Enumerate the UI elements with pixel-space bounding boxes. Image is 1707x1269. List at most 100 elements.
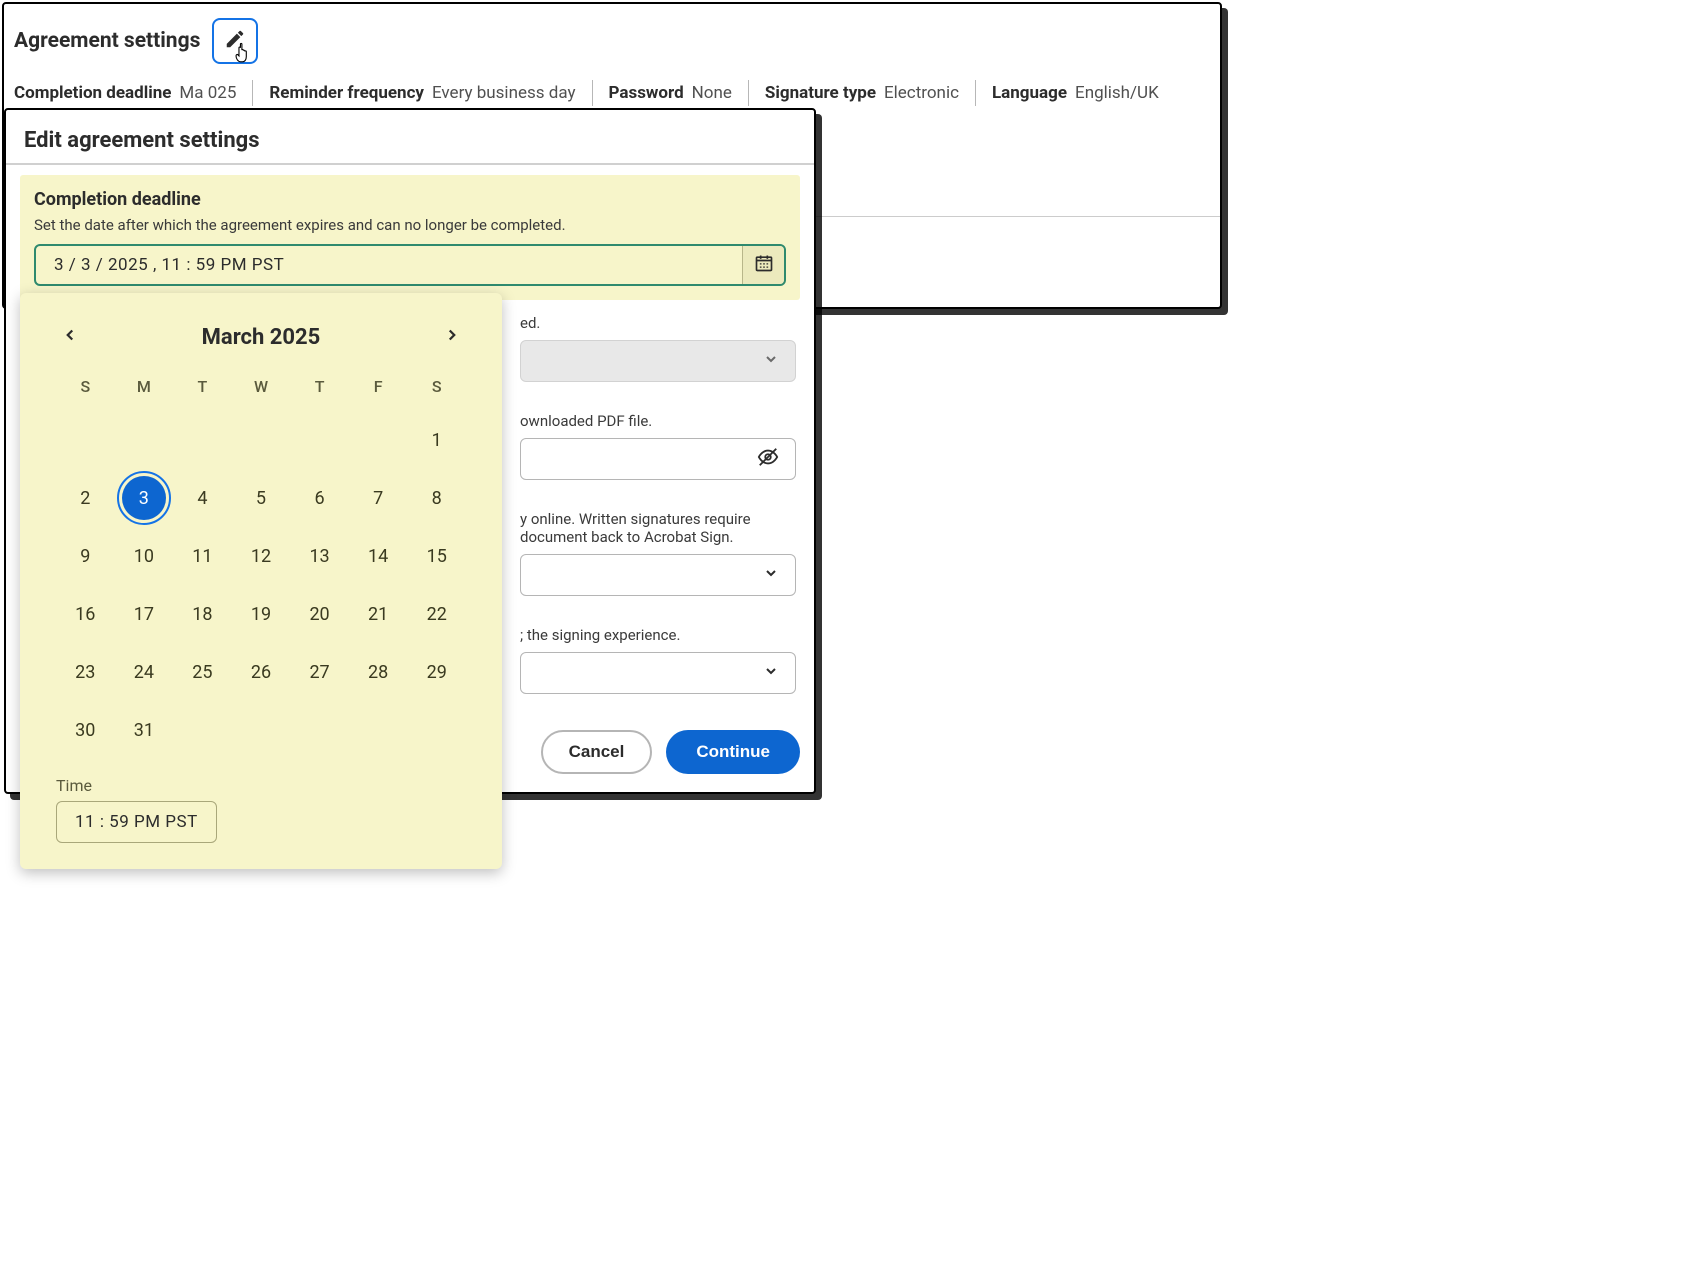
calendar-day[interactable]: 19 — [232, 594, 291, 634]
calendar-day — [407, 710, 466, 750]
calendar-day[interactable]: 2 — [56, 478, 115, 518]
summary-value: Ma 025 — [179, 83, 236, 103]
calendar-day[interactable]: 16 — [56, 594, 115, 634]
calendar-time-input[interactable]: 11 : 59 PM PST — [56, 801, 217, 843]
reminder-select[interactable] — [520, 340, 796, 382]
calendar-day — [349, 710, 408, 750]
calendar-day — [56, 420, 115, 460]
continue-button[interactable]: Continue — [666, 730, 800, 774]
field-desc-fragment: ed. — [520, 314, 780, 332]
calendar-day[interactable]: 26 — [232, 652, 291, 692]
calendar-time-label: Time — [56, 776, 466, 795]
calendar-day-selected[interactable]: 3 — [122, 476, 166, 520]
cancel-button[interactable]: Cancel — [541, 730, 653, 774]
calendar-dow: F — [349, 377, 408, 396]
summary-language: Language English/UK — [992, 83, 1159, 103]
calendar-day[interactable]: 24 — [115, 652, 174, 692]
calendar-day[interactable]: 10 — [115, 536, 174, 576]
calendar-grid: S M T W T F S 1 2 3 4 — [56, 377, 466, 750]
summary-value: English/UK — [1075, 83, 1159, 103]
calendar-day[interactable]: 29 — [407, 652, 466, 692]
edit-settings-button[interactable] — [212, 18, 258, 64]
calendar-day[interactable]: 15 — [407, 536, 466, 576]
password-input[interactable] — [520, 438, 796, 480]
field-desc-fragment: ownloaded PDF file. — [520, 412, 780, 430]
summary-value: Electronic — [884, 83, 959, 103]
calendar-popup: March 2025 S M T W T F S — [20, 293, 502, 869]
field-desc-fragment: ; the signing experience. — [520, 626, 780, 644]
calendar-day — [173, 710, 232, 750]
deadline-datetime-input[interactable]: 3 / 3 / 2025 , 11 : 59 PM PST — [34, 244, 786, 286]
pencil-icon — [224, 28, 246, 54]
calendar-day[interactable]: 12 — [232, 536, 291, 576]
summary-label: Reminder frequency — [269, 83, 424, 103]
divider — [252, 80, 253, 106]
calendar-day — [232, 710, 291, 750]
calendar-day[interactable]: 22 — [407, 594, 466, 634]
calendar-day[interactable]: 23 — [56, 652, 115, 692]
calendar-dow: T — [290, 377, 349, 396]
calendar-day[interactable]: 13 — [290, 536, 349, 576]
calendar-day[interactable]: 28 — [349, 652, 408, 692]
calendar-day — [232, 420, 291, 460]
calendar-day[interactable]: 18 — [173, 594, 232, 634]
divider — [748, 80, 749, 106]
calendar-day[interactable]: 6 — [290, 478, 349, 518]
calendar-day — [173, 420, 232, 460]
calendar-day — [349, 420, 408, 460]
calendar-month-label: March 2025 — [202, 325, 321, 350]
calendar-toggle-button[interactable] — [742, 246, 784, 284]
calendar-day[interactable]: 7 — [349, 478, 408, 518]
field-desc-fragment: y online. Written signatures require doc… — [520, 510, 800, 546]
calendar-day[interactable]: 31 — [115, 710, 174, 750]
calendar-day[interactable]: 21 — [349, 594, 408, 634]
calendar-prev-button[interactable] — [56, 323, 84, 351]
divider — [592, 80, 593, 106]
summary-reminder: Reminder frequency Every business day — [269, 83, 575, 103]
summary-completion-deadline: Completion deadline Ma 025 — [14, 83, 236, 103]
text-fragment: document back to Acrobat Sign. — [520, 528, 734, 546]
calendar-dow: M — [115, 377, 174, 396]
calendar-day[interactable]: 11 — [173, 536, 232, 576]
eye-off-icon[interactable] — [757, 446, 779, 472]
calendar-day[interactable]: 20 — [290, 594, 349, 634]
calendar-day[interactable]: 5 — [232, 478, 291, 518]
deadline-datetime-value[interactable]: 3 / 3 / 2025 , 11 : 59 PM PST — [36, 246, 742, 284]
calendar-day — [115, 420, 174, 460]
calendar-day[interactable]: 1 — [407, 420, 466, 460]
calendar-day[interactable]: 4 — [173, 478, 232, 518]
calendar-day[interactable]: 30 — [56, 710, 115, 750]
modal-title: Edit agreement settings — [6, 110, 814, 165]
text-fragment: y online. Written signatures require — [520, 510, 751, 528]
calendar-dow: W — [232, 377, 291, 396]
calendar-day[interactable]: 17 — [115, 594, 174, 634]
calendar-day[interactable]: 27 — [290, 652, 349, 692]
calendar-day[interactable]: 9 — [56, 536, 115, 576]
header-row: Agreement settings — [4, 4, 1220, 72]
summary-sigtype: Signature type Electronic — [765, 83, 959, 103]
section-title: Completion deadline — [34, 189, 786, 210]
modal-body: Completion deadline Set the date after w… — [6, 165, 814, 712]
summary-label: Completion deadline — [14, 83, 171, 103]
agreement-settings-panel: Agreement settings Completion deadline M… — [2, 2, 1222, 309]
calendar-dow: T — [173, 377, 232, 396]
summary-label: Password — [609, 83, 684, 103]
summary-value: Every business day — [432, 83, 576, 103]
summary-value: None — [692, 83, 732, 103]
calendar-day[interactable]: 14 — [349, 536, 408, 576]
calendar-icon — [754, 253, 774, 277]
chevron-down-icon — [763, 351, 779, 371]
calendar-next-button[interactable] — [438, 323, 466, 351]
calendar-day[interactable]: 8 — [407, 478, 466, 518]
language-select[interactable] — [520, 652, 796, 694]
divider — [975, 80, 976, 106]
calendar-dow: S — [56, 377, 115, 396]
chevron-down-icon — [763, 663, 779, 683]
page-title: Agreement settings — [14, 29, 200, 53]
calendar-nav: March 2025 — [56, 323, 466, 351]
calendar-day — [290, 710, 349, 750]
calendar-day[interactable]: 25 — [173, 652, 232, 692]
signature-type-select[interactable] — [520, 554, 796, 596]
completion-deadline-section: Completion deadline Set the date after w… — [20, 175, 800, 300]
chevron-right-icon — [443, 326, 461, 348]
